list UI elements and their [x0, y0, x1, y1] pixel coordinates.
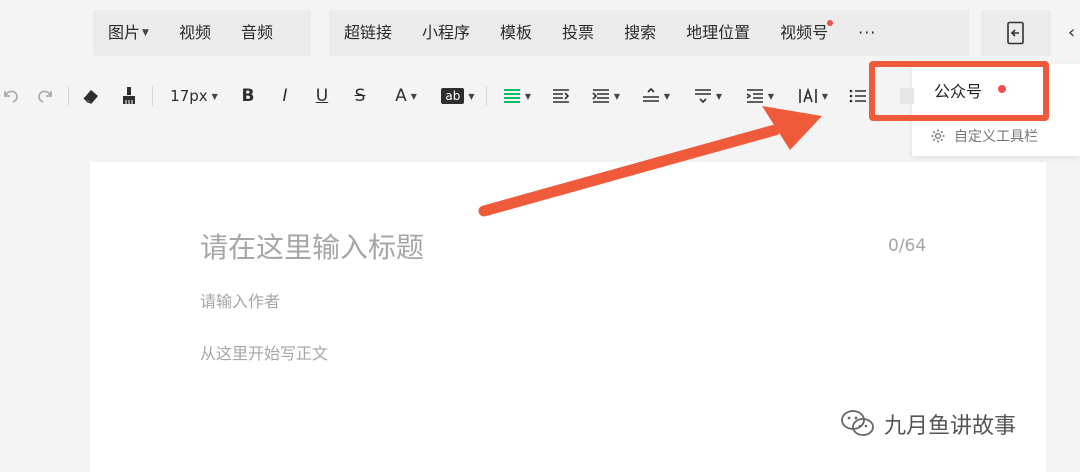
annotation-arrow [478, 106, 822, 217]
watermark-text: 九月鱼讲故事 [884, 414, 1017, 439]
watermark: 九月鱼讲故事 [840, 404, 1016, 444]
wechat-icon [841, 410, 874, 436]
